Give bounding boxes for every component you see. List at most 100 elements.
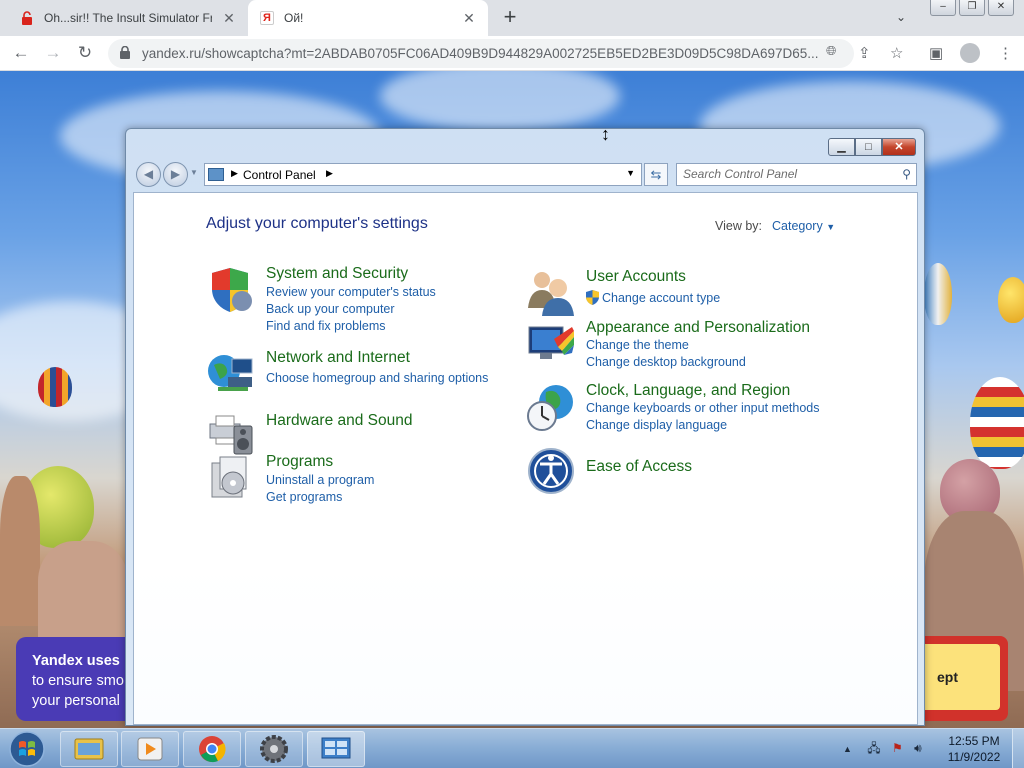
- media-player-taskbar-icon[interactable]: [121, 731, 179, 767]
- shield-icon[interactable]: [206, 265, 256, 315]
- hot-air-balloon: [38, 367, 72, 407]
- url-text[interactable]: yandex.ru/showcaptcha?mt=2ABDAB0705FC06A…: [142, 46, 822, 61]
- category-link[interactable]: Review your computer's status: [266, 285, 436, 299]
- windows-taskbar: ▲ 🖧︎ ⚑ 🔊︎ 12:55 PM 11/9/2022: [0, 728, 1024, 768]
- translate-icon[interactable]: 🌐︎: [826, 43, 836, 59]
- secure-lock-icon[interactable]: [120, 45, 130, 59]
- view-by-dropdown[interactable]: Category ▼: [772, 219, 835, 233]
- chevron-down-icon[interactable]: ▼: [826, 222, 835, 232]
- window-caption-buttons: ▁ □ ✕: [828, 138, 916, 156]
- appearance-monitor-icon[interactable]: [526, 319, 576, 369]
- action-center-flag-icon[interactable]: ⚑: [892, 741, 903, 755]
- printer-speaker-icon[interactable]: [206, 408, 256, 458]
- category-title[interactable]: User Accounts: [586, 268, 686, 286]
- category-link[interactable]: Back up your computer: [266, 302, 395, 316]
- control-panel-window: ▁ □ ✕ ◀ ▶ ▼ ▶ Control Panel ▶ ▼ ⇆ ⚲ Adju…: [125, 128, 925, 726]
- category-programs: Programs Uninstall a program Get program…: [206, 453, 506, 513]
- category-link[interactable]: Find and fix problems: [266, 319, 386, 333]
- control-panel-taskbar-icon[interactable]: [307, 731, 365, 767]
- minimize-button[interactable]: –: [930, 0, 956, 16]
- menu-kebab-icon[interactable]: ⋮: [998, 44, 1013, 62]
- page-title: Adjust your computer's settings: [206, 215, 428, 232]
- category-link[interactable]: Change keyboards or other input methods: [586, 401, 819, 415]
- breadcrumb-arrow-icon[interactable]: ▶: [326, 168, 333, 179]
- profile-avatar-icon[interactable]: [960, 43, 980, 63]
- close-button[interactable]: ✕: [988, 0, 1014, 16]
- category-clock-language-region: Clock, Language, and Region Change keybo…: [526, 382, 886, 442]
- search-box[interactable]: ⚲: [676, 163, 917, 186]
- address-bar[interactable]: yandex.ru/showcaptcha?mt=2ABDAB0705FC06A…: [108, 39, 854, 68]
- bookmark-star-icon[interactable]: ☆: [890, 44, 903, 62]
- category-title[interactable]: Hardware and Sound: [266, 412, 413, 430]
- uac-shield-icon: [586, 290, 599, 305]
- category-link[interactable]: Get programs: [266, 490, 342, 504]
- close-tab-icon[interactable]: ✕: [222, 11, 236, 25]
- hot-air-balloon: [998, 277, 1024, 323]
- explorer-taskbar-icon[interactable]: [60, 731, 118, 767]
- search-input[interactable]: [683, 167, 883, 181]
- category-title[interactable]: System and Security: [266, 265, 408, 283]
- chrome-taskbar-icon[interactable]: [183, 731, 241, 767]
- hot-air-balloon: [924, 263, 952, 325]
- taskbar-clock[interactable]: 12:55 PM 11/9/2022: [938, 733, 1010, 765]
- clock-globe-icon[interactable]: [526, 382, 576, 432]
- minimize-button[interactable]: ▁: [828, 138, 855, 156]
- tab-title: Ой!: [284, 11, 304, 25]
- view-by-value[interactable]: Category: [772, 219, 823, 233]
- category-link[interactable]: Change desktop background: [586, 355, 746, 369]
- system-tray: ▲ 🖧︎ ⚑ 🔊︎: [843, 739, 922, 760]
- programs-box-icon[interactable]: [206, 453, 256, 503]
- category-link[interactable]: Choose homegroup and sharing options: [266, 371, 488, 385]
- start-button[interactable]: [4, 730, 50, 768]
- new-tab-button[interactable]: +: [498, 6, 522, 30]
- restore-button[interactable]: ❐: [959, 0, 985, 16]
- forward-arrow-icon[interactable]: →: [43, 43, 63, 63]
- category-link[interactable]: Uninstall a program: [266, 473, 374, 487]
- address-dropdown-icon[interactable]: ▼: [626, 168, 635, 178]
- breadcrumb-control-panel[interactable]: Control Panel: [243, 168, 316, 182]
- forward-arrow-icon[interactable]: ▶: [163, 162, 188, 187]
- show-desktop-button[interactable]: [1012, 729, 1024, 768]
- breadcrumb-arrow-icon[interactable]: ▶: [231, 168, 238, 179]
- search-icon[interactable]: ⚲: [902, 167, 911, 181]
- clock-time: 12:55 PM: [948, 734, 1000, 748]
- reload-icon[interactable]: ↻: [75, 43, 95, 63]
- category-title[interactable]: Appearance and Personalization: [586, 319, 810, 337]
- browser-tab-yandex[interactable]: Я Ой! ✕: [248, 0, 488, 36]
- yandex-favicon-icon: Я: [260, 11, 274, 25]
- view-by-label: View by:: [715, 219, 763, 233]
- clock-date: 11/9/2022: [947, 750, 1001, 764]
- user-accounts-icon[interactable]: [526, 268, 576, 318]
- maximize-button[interactable]: □: [855, 138, 882, 156]
- side-panel-icon[interactable]: ▣: [929, 44, 943, 62]
- volume-icon[interactable]: 🔊︎: [914, 741, 922, 755]
- refresh-button[interactable]: ⇆: [644, 163, 668, 186]
- network-globe-icon[interactable]: [206, 349, 256, 399]
- back-arrow-icon[interactable]: ◀: [136, 162, 161, 187]
- category-link[interactable]: Change the theme: [586, 338, 689, 352]
- tab-search-chevron-icon[interactable]: ⌄: [896, 10, 906, 24]
- category-title[interactable]: Ease of Access: [586, 458, 692, 476]
- network-icon[interactable]: 🖧︎: [867, 741, 880, 755]
- ease-of-access-icon[interactable]: [526, 446, 576, 496]
- category-network-and-internet: Network and Internet Choose homegroup an…: [206, 349, 506, 397]
- close-tab-icon[interactable]: ✕: [462, 11, 476, 25]
- category-link[interactable]: Change account type: [602, 291, 720, 305]
- control-panel-content: Adjust your computer's settings View by:…: [133, 192, 918, 725]
- browser-tab-insult-simulator[interactable]: Oh...sir!! The Insult Simulator Free ✕: [8, 0, 248, 36]
- share-icon[interactable]: ⇪: [858, 44, 871, 62]
- show-hidden-icons-icon[interactable]: ▲: [843, 744, 852, 754]
- cookie-text: your personal: [32, 693, 120, 709]
- rock-formation: [0, 476, 40, 626]
- settings-gear-taskbar-icon[interactable]: [245, 731, 303, 767]
- close-button[interactable]: ✕: [882, 138, 916, 156]
- category-link[interactable]: Change display language: [586, 418, 727, 432]
- address-breadcrumb-bar[interactable]: ▶ Control Panel ▶ ▼: [204, 163, 642, 186]
- category-title[interactable]: Clock, Language, and Region: [586, 382, 790, 400]
- cookie-text: Yandex uses: [32, 653, 120, 669]
- category-system-and-security: System and Security Review your computer…: [206, 265, 506, 335]
- category-title[interactable]: Programs: [266, 453, 333, 471]
- back-arrow-icon[interactable]: ←: [11, 43, 31, 63]
- recent-pages-chevron-icon[interactable]: ▼: [190, 168, 198, 177]
- category-title[interactable]: Network and Internet: [266, 349, 410, 367]
